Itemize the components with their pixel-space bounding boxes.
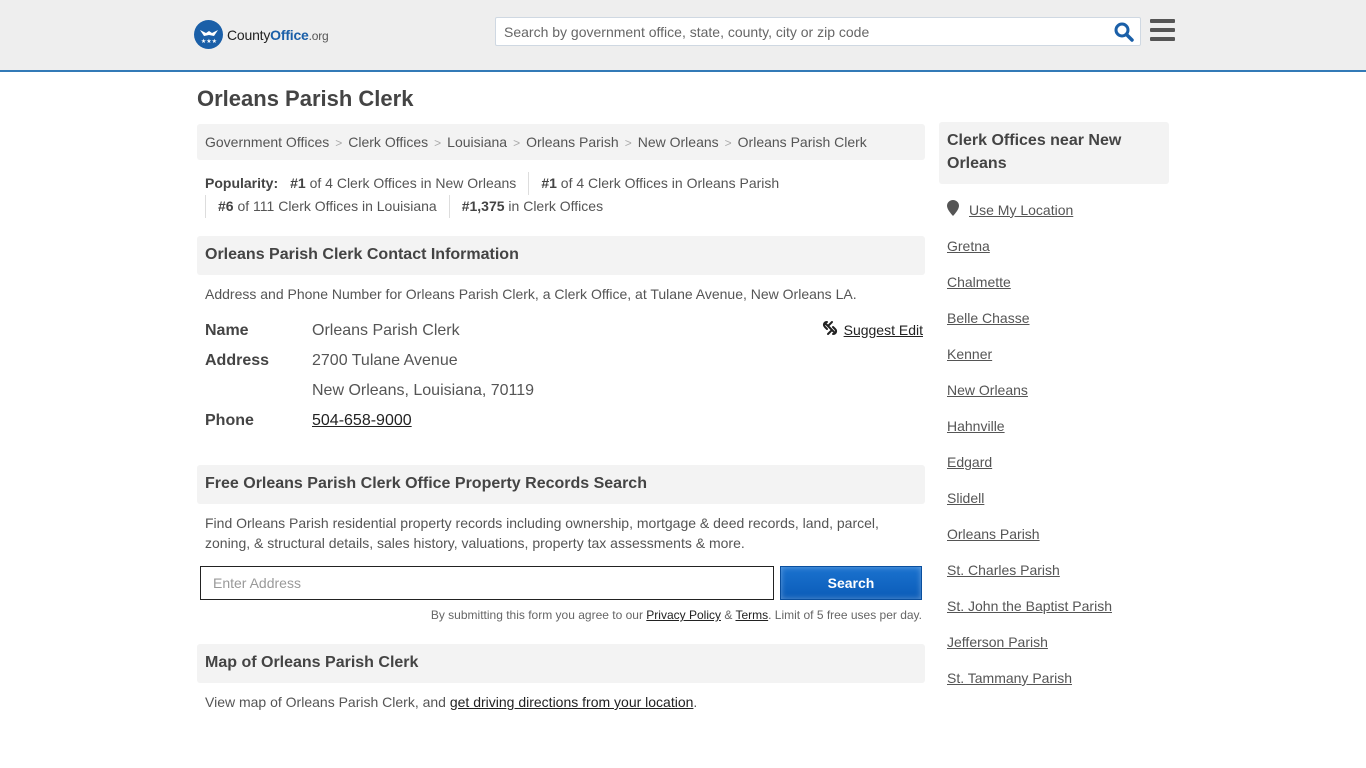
nearby-office-link[interactable]: Orleans Parish	[947, 526, 1040, 542]
logo-text: CountyOffice.org	[227, 26, 329, 43]
page-title: Orleans Parish Clerk	[197, 86, 414, 111]
list-item: Jefferson Parish	[947, 632, 1112, 668]
breadcrumb-item[interactable]: Louisiana	[447, 134, 507, 150]
list-item: Chalmette	[947, 272, 1112, 308]
list-item: Gretna	[947, 236, 1112, 272]
list-item: Edgard	[947, 452, 1112, 488]
name-label: Name	[205, 322, 249, 339]
contact-row-name: Name Orleans Parish Clerk	[205, 316, 923, 346]
nearby-office-link[interactable]: Hahnville	[947, 418, 1005, 434]
list-item: St. John the Baptist Parish	[947, 596, 1112, 632]
site-search	[495, 17, 1141, 46]
address-line2: New Orleans, Louisiana, 70119	[312, 382, 535, 399]
site-search-input[interactable]	[496, 18, 1096, 45]
property-description: Find Orleans Parish residential property…	[205, 515, 879, 551]
search-disclaimer: By submitting this form you agree to our…	[430, 608, 922, 622]
privacy-policy-link[interactable]: Privacy Policy	[646, 608, 721, 622]
nearby-office-link[interactable]: Jefferson Parish	[947, 634, 1048, 650]
popularity-label: Popularity:	[205, 175, 279, 191]
phone-link[interactable]: 504-658-9000	[312, 412, 412, 429]
nearby-office-link[interactable]: St. Charles Parish	[947, 562, 1060, 578]
list-item: Kenner	[947, 344, 1112, 380]
nearby-office-link[interactable]: Chalmette	[947, 274, 1011, 290]
popularity-rank: #6 of 111 Clerk Offices in Louisiana	[205, 195, 449, 218]
map-heading: Map of Orleans Parish Clerk	[197, 644, 925, 683]
eagle-logo-icon: ★★★	[194, 20, 223, 49]
hamburger-menu-icon[interactable]	[1150, 19, 1175, 41]
contact-row-address-2: New Orleans, Louisiana, 70119	[205, 376, 923, 406]
breadcrumb-current: Orleans Parish Clerk	[737, 134, 867, 150]
popularity-rank: #1 of 4 Clerk Offices in Orleans Parish	[528, 172, 791, 195]
nearby-office-link[interactable]: St. John the Baptist Parish	[947, 598, 1112, 614]
address-input[interactable]	[200, 566, 774, 600]
contact-description: Address and Phone Number for Orleans Par…	[205, 286, 857, 302]
popularity-rank: #1,375 in Clerk Offices	[448, 195, 615, 218]
nearby-office-link[interactable]: St. Tammany Parish	[947, 670, 1072, 686]
breadcrumb-separator: >	[335, 136, 343, 150]
list-item: Orleans Parish	[947, 524, 1112, 560]
list-item: Belle Chasse	[947, 308, 1112, 344]
terms-link[interactable]: Terms	[735, 608, 768, 622]
popularity-rankings: Popularity: #1 of 4 Clerk Offices in New…	[205, 172, 925, 218]
breadcrumb-separator: >	[724, 136, 732, 150]
address-line1: 2700 Tulane Avenue	[312, 352, 458, 369]
property-heading: Free Orleans Parish Clerk Office Propert…	[197, 465, 925, 504]
list-item: New Orleans	[947, 380, 1112, 416]
property-search-button[interactable]: Search	[780, 566, 922, 600]
breadcrumb: Government Offices > Clerk Offices > Louisia…	[197, 124, 925, 160]
popularity-rank: #1 of 4 Clerk Offices in New Orleans	[290, 175, 517, 191]
phone-label: Phone	[205, 412, 254, 429]
nearby-offices-list: Gretna Chalmette Belle Chasse Kenner New…	[947, 236, 1112, 704]
broken-link-icon	[822, 320, 838, 339]
suggest-edit: Suggest Edit	[822, 320, 923, 339]
contact-details: Suggest Edit Name Orleans Parish Clerk A…	[205, 316, 923, 436]
address-label: Address	[205, 352, 270, 369]
nearby-office-link[interactable]: Gretna	[947, 238, 990, 254]
site-header: ★★★ CountyOffice.org	[0, 0, 1366, 72]
list-item: Slidell	[947, 488, 1112, 524]
breadcrumb-separator: >	[624, 136, 632, 150]
sidebar-heading: Clerk Offices near New Orleans	[939, 122, 1169, 184]
site-logo[interactable]: ★★★ CountyOffice.org	[194, 20, 329, 49]
breadcrumb-item[interactable]: Orleans Parish	[526, 134, 619, 150]
nearby-office-link[interactable]: Belle Chasse	[947, 310, 1030, 326]
contact-row-address: Address 2700 Tulane Avenue	[205, 346, 923, 376]
contact-heading: Orleans Parish Clerk Contact Information	[197, 236, 925, 275]
breadcrumb-item[interactable]: Government Offices	[205, 134, 329, 150]
breadcrumb-item[interactable]: New Orleans	[638, 134, 719, 150]
list-item: St. Tammany Parish	[947, 668, 1112, 704]
search-icon[interactable]	[1114, 22, 1134, 42]
breadcrumb-separator: >	[513, 136, 521, 150]
list-item: Hahnville	[947, 416, 1112, 452]
nearby-office-link[interactable]: Slidell	[947, 490, 984, 506]
name-value: Orleans Parish Clerk	[312, 322, 460, 339]
breadcrumb-separator: >	[434, 136, 442, 150]
driving-directions-link[interactable]: get driving directions from your locatio…	[450, 694, 694, 710]
svg-text:★★★: ★★★	[200, 38, 216, 45]
map-description: View map of Orleans Parish Clerk, and ge…	[205, 694, 698, 710]
nearby-office-link[interactable]: Edgard	[947, 454, 992, 470]
use-location: Use My Location	[947, 200, 1073, 219]
breadcrumb-item[interactable]: Clerk Offices	[348, 134, 428, 150]
use-my-location-link[interactable]: Use My Location	[969, 202, 1073, 218]
map-pin-icon	[947, 200, 959, 219]
list-item: St. Charles Parish	[947, 560, 1112, 596]
nearby-office-link[interactable]: Kenner	[947, 346, 992, 362]
nearby-office-link[interactable]: New Orleans	[947, 382, 1028, 398]
contact-row-phone: Phone 504-658-9000	[205, 406, 923, 436]
suggest-edit-link[interactable]: Suggest Edit	[844, 322, 923, 338]
